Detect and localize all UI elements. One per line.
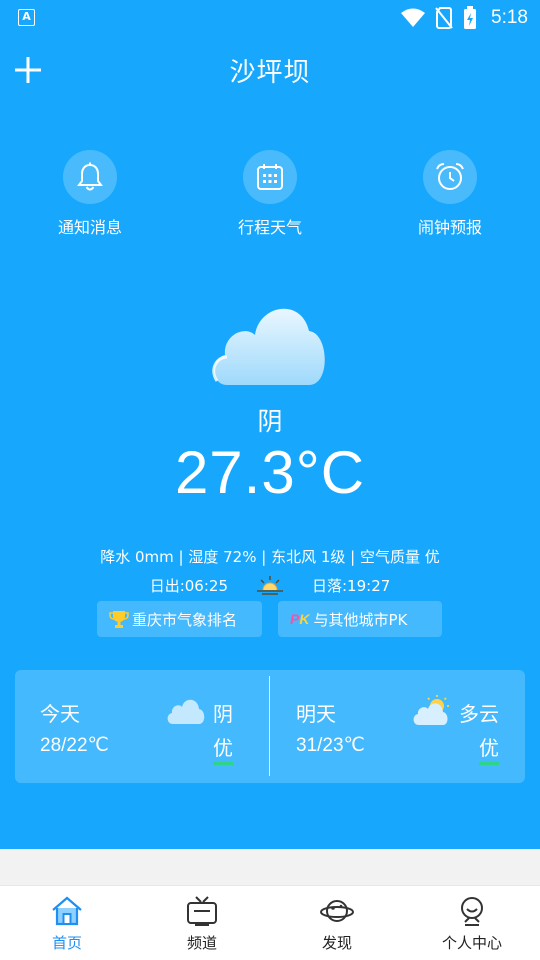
alarm-forecast-action-circle — [423, 150, 477, 204]
no-sim-icon — [435, 7, 453, 29]
sun-times: 日出:06:25 日落:19:27 — [0, 574, 540, 596]
trip-weather-action-label: 行程天气 — [237, 218, 302, 237]
nav-home-label: 首页 — [51, 934, 82, 952]
planet-icon — [320, 900, 354, 922]
nav-profile[interactable]: 个人中心 — [412, 894, 532, 953]
forecast-day-label: 明天 — [296, 702, 336, 726]
city-pk-label: 与其他城市PK — [313, 610, 408, 629]
forecast-aqi: 优 — [213, 732, 233, 765]
city-ranking-button[interactable]: 重庆市气象排名 — [97, 601, 262, 637]
forecast-card: 今天 28/22℃ 阴 优 明天 31/23℃ 多云 优 — [15, 670, 525, 783]
alarm-clock-icon — [436, 163, 464, 190]
notifications-action-label: 通知消息 — [57, 218, 122, 237]
nav-channels-label: 频道 — [186, 934, 217, 952]
forecast-temp-range: 28/22℃ — [40, 735, 109, 756]
weather-details: 降水 0mm | 湿度 72% | 东北风 1级 | 空气质量 优 — [100, 548, 440, 566]
status-bar: A 5:18 — [0, 0, 540, 36]
pk-badge-p: P — [290, 611, 300, 627]
battery-icon — [464, 6, 477, 29]
app-notification-icon: A — [18, 9, 35, 26]
pk-badge-k: K — [299, 611, 310, 627]
bell-icon — [77, 162, 103, 191]
forecast-tomorrow[interactable]: 明天 31/23℃ 多云 优 — [271, 670, 525, 783]
home-icon — [52, 896, 82, 926]
forecast-divider — [269, 676, 270, 776]
nav-home[interactable]: 首页 — [7, 894, 127, 953]
sunset-time: 日落:19:27 — [312, 576, 391, 595]
forecast-condition: 多云 — [459, 702, 499, 726]
cloud-icon — [212, 308, 325, 385]
wifi-icon — [401, 8, 426, 27]
nav-channels[interactable]: 频道 — [142, 894, 262, 953]
sunrise-icon — [257, 576, 283, 595]
forecast-condition: 阴 — [213, 702, 233, 726]
bottom-nav: 首页 频道 发现 个人中心 — [0, 885, 540, 960]
alarm-forecast-action-label: 闹钟预报 — [417, 218, 482, 237]
forecast-today[interactable]: 今天 28/22℃ 阴 优 — [15, 670, 269, 783]
current-temperature: 27.3°C — [174, 439, 366, 506]
forecast-aqi: 优 — [479, 732, 499, 765]
user-icon — [461, 897, 483, 926]
notifications-action-circle — [63, 150, 117, 204]
forecast-temp-range: 31/23℃ — [296, 735, 365, 756]
pk-icon: PK — [290, 611, 309, 627]
trip-weather-action-circle — [243, 150, 297, 204]
sunrise-time: 日出:06:25 — [149, 576, 228, 595]
nav-discover[interactable]: 发现 — [277, 894, 397, 953]
alarm-forecast-action[interactable]: 闹钟预报 — [390, 150, 510, 238]
forecast-day-label: 今天 — [40, 702, 80, 726]
notifications-action[interactable]: 通知消息 — [30, 150, 150, 238]
weather-main-panel: A 5:18 沙坪坝 通知消息 行程天气 闹钟预报 阴 27.3°C 降水 0m… — [0, 0, 540, 849]
partly-cloudy-icon — [413, 695, 449, 725]
status-icons: 5:18 — [401, 6, 528, 30]
city-pk-button[interactable]: PK 与其他城市PK — [278, 601, 442, 637]
city-title[interactable]: 沙坪坝 — [0, 52, 540, 89]
tv-icon — [187, 896, 217, 926]
nav-profile-label: 个人中心 — [441, 934, 502, 952]
nav-discover-label: 发现 — [321, 934, 352, 952]
status-time: 5:18 — [491, 7, 528, 28]
city-ranking-label: 重庆市气象排名 — [132, 610, 238, 629]
cloud-icon — [167, 699, 205, 724]
trip-weather-action[interactable]: 行程天气 — [210, 150, 330, 238]
current-condition: 阴 — [257, 407, 283, 436]
trophy-icon — [109, 611, 129, 628]
calendar-icon — [257, 164, 283, 190]
content-separator — [0, 849, 540, 885]
